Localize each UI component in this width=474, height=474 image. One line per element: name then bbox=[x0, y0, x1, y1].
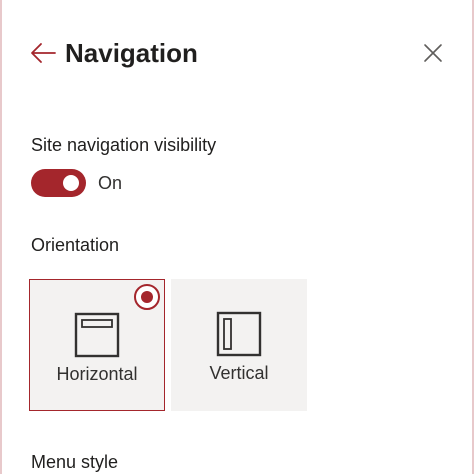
vertical-option-label: Vertical bbox=[209, 363, 269, 383]
vertical-layout-icon bbox=[216, 311, 262, 357]
orientation-option-vertical[interactable]: Vertical bbox=[171, 279, 307, 411]
visibility-toggle-row: On bbox=[31, 169, 122, 197]
toggle-knob bbox=[63, 175, 79, 191]
selected-radio-indicator bbox=[134, 284, 160, 310]
orientation-option-horizontal[interactable]: Horizontal bbox=[29, 279, 165, 411]
back-button[interactable] bbox=[28, 38, 58, 68]
horizontal-layout-icon bbox=[74, 312, 120, 358]
navigation-panel: Navigation Site navigation visibility On… bbox=[0, 0, 474, 474]
close-button[interactable] bbox=[418, 38, 448, 68]
close-icon bbox=[424, 44, 442, 62]
visibility-toggle[interactable] bbox=[31, 169, 86, 197]
toggle-state-label: On bbox=[98, 172, 123, 193]
radio-dot bbox=[141, 291, 153, 303]
horizontal-option-label: Horizontal bbox=[56, 364, 138, 384]
panel-left-edge bbox=[0, 0, 2, 474]
panel-title: Navigation bbox=[65, 38, 198, 68]
menu-style-label: Menu style bbox=[31, 452, 119, 472]
orientation-label: Orientation bbox=[31, 235, 120, 255]
panel-header: Navigation bbox=[28, 32, 448, 76]
arrow-left-icon bbox=[31, 43, 56, 63]
visibility-label: Site navigation visibility bbox=[31, 135, 217, 155]
